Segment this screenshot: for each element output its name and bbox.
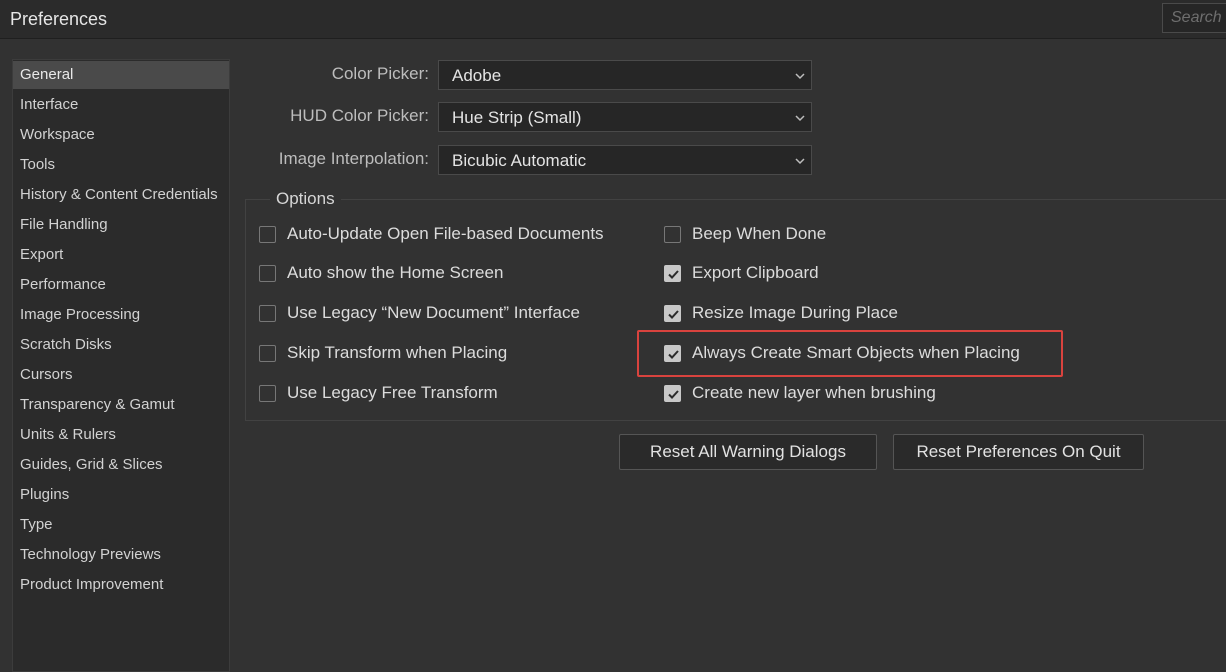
search-box[interactable] [1162,3,1226,33]
color-picker-select[interactable]: Adobe [438,60,812,90]
highlight-box [637,330,1063,377]
resize-image-during-place-checkbox[interactable] [664,305,681,322]
sidebar-item-plugins[interactable]: Plugins [13,481,229,509]
create-layer-when-brushing-label[interactable]: Create new layer when brushing [692,383,936,403]
legacy-new-document-checkbox[interactable] [259,305,276,322]
chevron-down-icon [795,73,805,80]
sidebar-item-type[interactable]: Type [13,511,229,539]
create-layer-when-brushing-checkbox[interactable] [664,385,681,402]
sidebar-item-export[interactable]: Export [13,241,229,269]
sidebar-item-transparency[interactable]: Transparency & Gamut [13,391,229,419]
sidebar-item-image-processing[interactable]: Image Processing [13,301,229,329]
sidebar-item-general[interactable]: General [13,61,229,89]
title-bar: Preferences [0,0,1226,39]
sidebar-item-technology-previews[interactable]: Technology Previews [13,541,229,569]
legacy-free-transform-checkbox[interactable] [259,385,276,402]
chevron-down-icon [795,158,805,165]
skip-transform-label[interactable]: Skip Transform when Placing [287,343,507,363]
search-input[interactable] [1163,4,1226,32]
options-title: Options [270,189,341,209]
hud-color-picker-select[interactable]: Hue Strip (Small) [438,102,812,132]
export-clipboard-checkbox[interactable] [664,265,681,282]
export-clipboard-label[interactable]: Export Clipboard [692,263,819,283]
legacy-free-transform-label[interactable]: Use Legacy Free Transform [287,383,498,403]
beep-when-done-checkbox[interactable] [664,226,681,243]
legacy-new-document-label[interactable]: Use Legacy “New Document” Interface [287,303,580,323]
resize-image-during-place-label[interactable]: Resize Image During Place [692,303,898,323]
image-interpolation-label: Image Interpolation: [278,149,429,168]
sidebar-item-interface[interactable]: Interface [13,91,229,119]
image-interpolation-value: Bicubic Automatic [452,151,587,170]
checkmark-icon [668,270,679,279]
hud-color-picker-label: HUD Color Picker: [290,106,429,125]
image-interpolation-select[interactable]: Bicubic Automatic [438,145,812,175]
chevron-down-icon [795,115,805,122]
color-picker-value: Adobe [452,66,502,85]
skip-transform-checkbox[interactable] [259,345,276,362]
hud-color-picker-value: Hue Strip (Small) [452,108,582,127]
sidebar-item-scratch-disks[interactable]: Scratch Disks [13,331,229,359]
color-picker-label: Color Picker: [331,64,429,83]
auto-update-documents-label[interactable]: Auto-Update Open File-based Documents [287,224,604,244]
auto-update-documents-checkbox[interactable] [259,226,276,243]
sidebar-item-workspace[interactable]: Workspace [13,121,229,149]
sidebar-item-file-handling[interactable]: File Handling [13,211,229,239]
checkmark-icon [668,310,679,319]
sidebar-item-performance[interactable]: Performance [13,271,229,299]
sidebar-item-product-improvement[interactable]: Product Improvement [13,571,229,599]
auto-show-home-screen-checkbox[interactable] [259,265,276,282]
sidebar-item-tools[interactable]: Tools [13,151,229,179]
window-title: Preferences [10,9,108,29]
auto-show-home-screen-label[interactable]: Auto show the Home Screen [287,263,503,283]
sidebar-item-guides-grid[interactable]: Guides, Grid & Slices [13,451,229,479]
preferences-sidebar: General Interface Workspace Tools Histor… [12,59,230,672]
sidebar-item-units-rulers[interactable]: Units & Rulers [13,421,229,449]
reset-preferences-button[interactable]: Reset Preferences On Quit [893,434,1144,470]
reset-warning-dialogs-button[interactable]: Reset All Warning Dialogs [619,434,877,470]
beep-when-done-label[interactable]: Beep When Done [692,224,826,244]
sidebar-item-history[interactable]: History & Content Credentials [13,181,229,209]
checkmark-icon [668,390,679,399]
sidebar-item-cursors[interactable]: Cursors [13,361,229,389]
